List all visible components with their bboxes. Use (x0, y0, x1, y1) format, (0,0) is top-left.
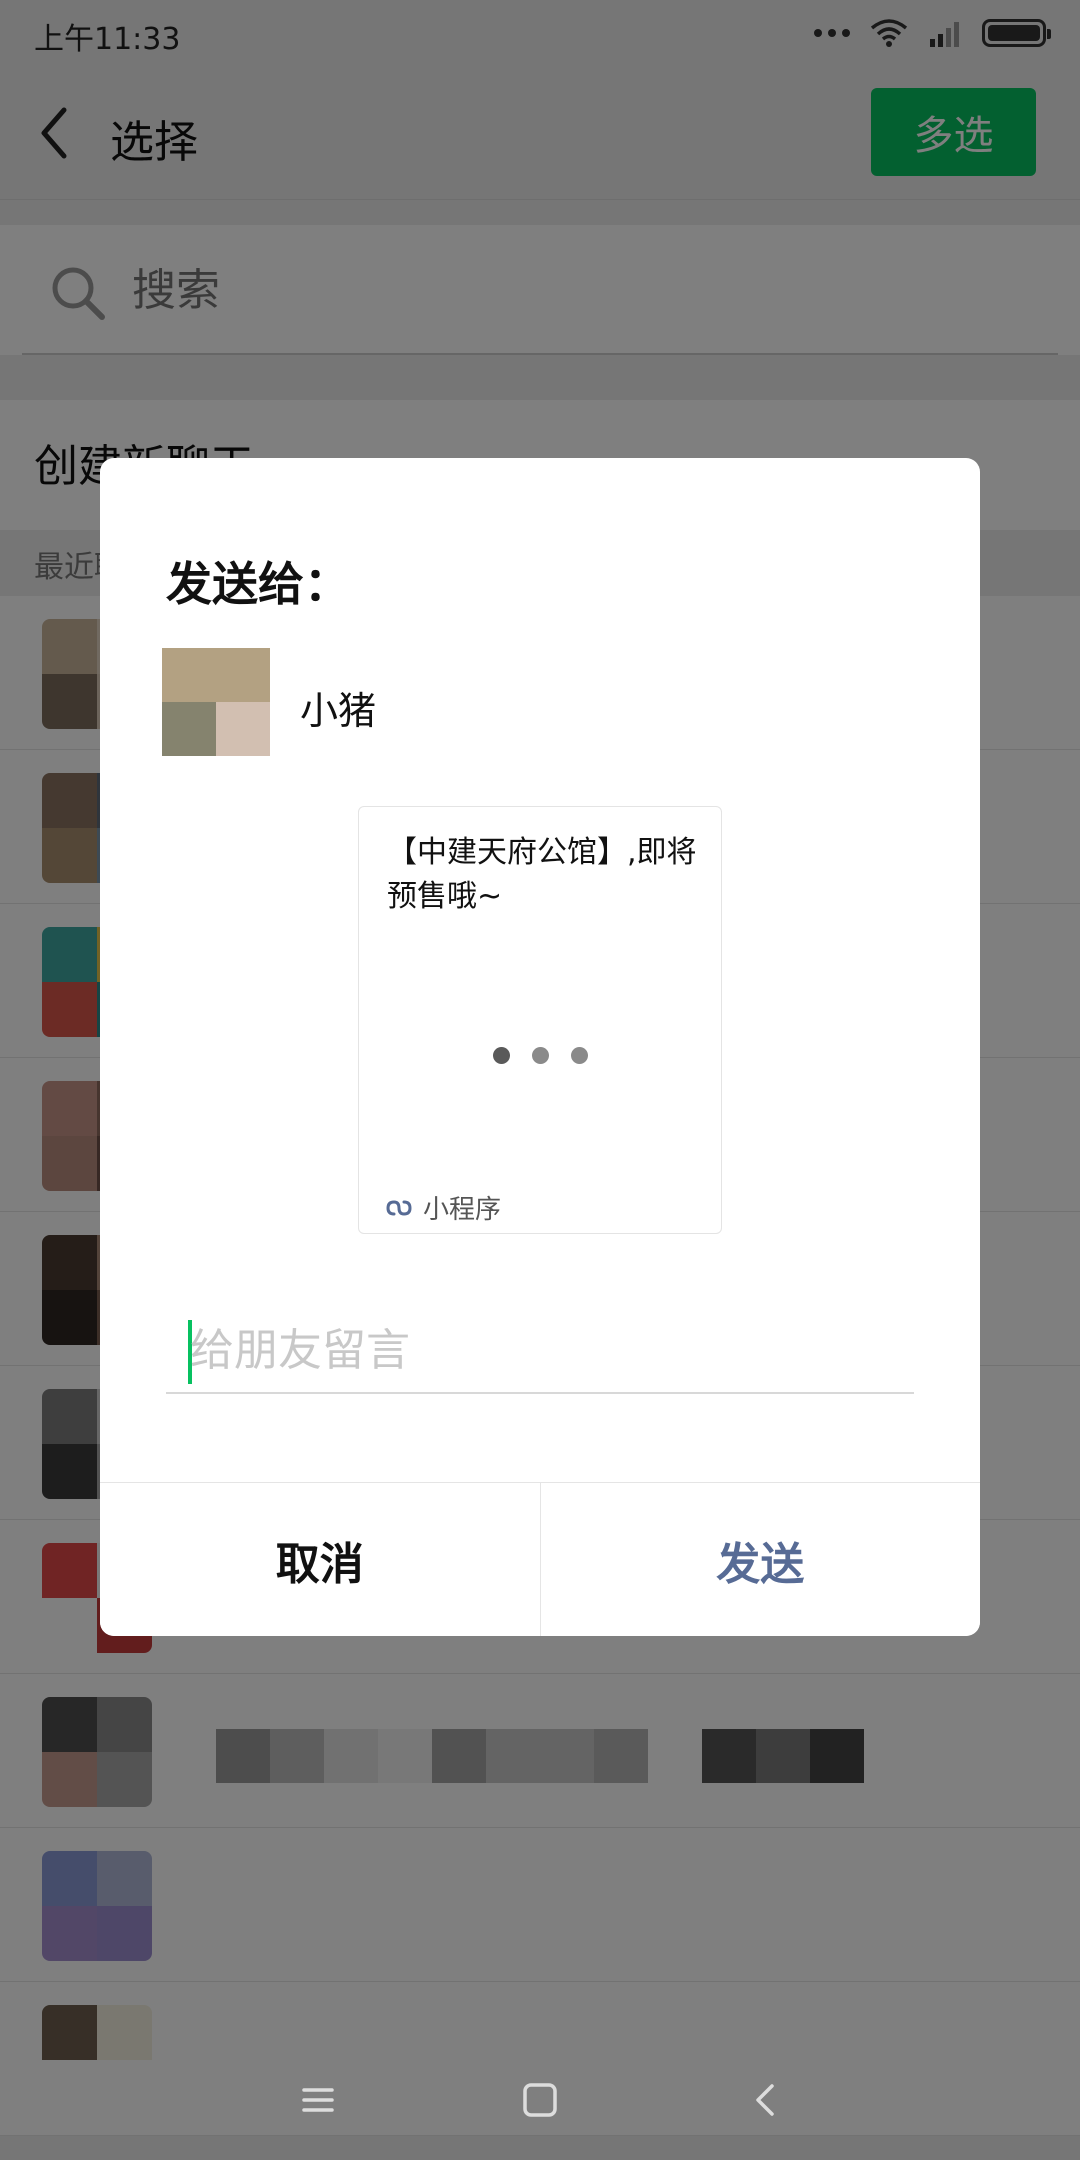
dialog-title: 发送给： (166, 557, 350, 611)
menu-icon[interactable] (296, 2078, 340, 2122)
dialog-actions: 取消 发送 (100, 1482, 980, 1636)
loading-dot (492, 1047, 510, 1064)
loading-dot (570, 1047, 588, 1064)
send-button[interactable]: 发送 (540, 1483, 980, 1636)
miniprogram-icon (386, 1199, 412, 1216)
message-input[interactable] (190, 1314, 890, 1386)
loading-dot (531, 1047, 549, 1064)
cancel-button[interactable]: 取消 (100, 1483, 541, 1636)
system-back-icon[interactable] (744, 2078, 788, 2122)
recipient-name: 小猪 (300, 689, 377, 733)
system-nav-bar (0, 2040, 1080, 2160)
message-field (166, 1308, 914, 1394)
miniprogram-card: 【中建天府公馆】,即将预售哦~ 小程序 (358, 806, 722, 1234)
loading-indicator (359, 1047, 721, 1064)
home-icon[interactable] (518, 2078, 562, 2122)
card-title: 【中建天府公馆】,即将预售哦~ (387, 835, 697, 914)
recipient-avatar (162, 648, 270, 756)
card-footer: 小程序 (385, 1189, 501, 1226)
miniprogram-label: 小程序 (423, 1195, 502, 1225)
send-dialog: 发送给： 小猪 【中建天府公馆】,即将预售哦~ 小程序 取消 发送 (100, 458, 980, 1636)
